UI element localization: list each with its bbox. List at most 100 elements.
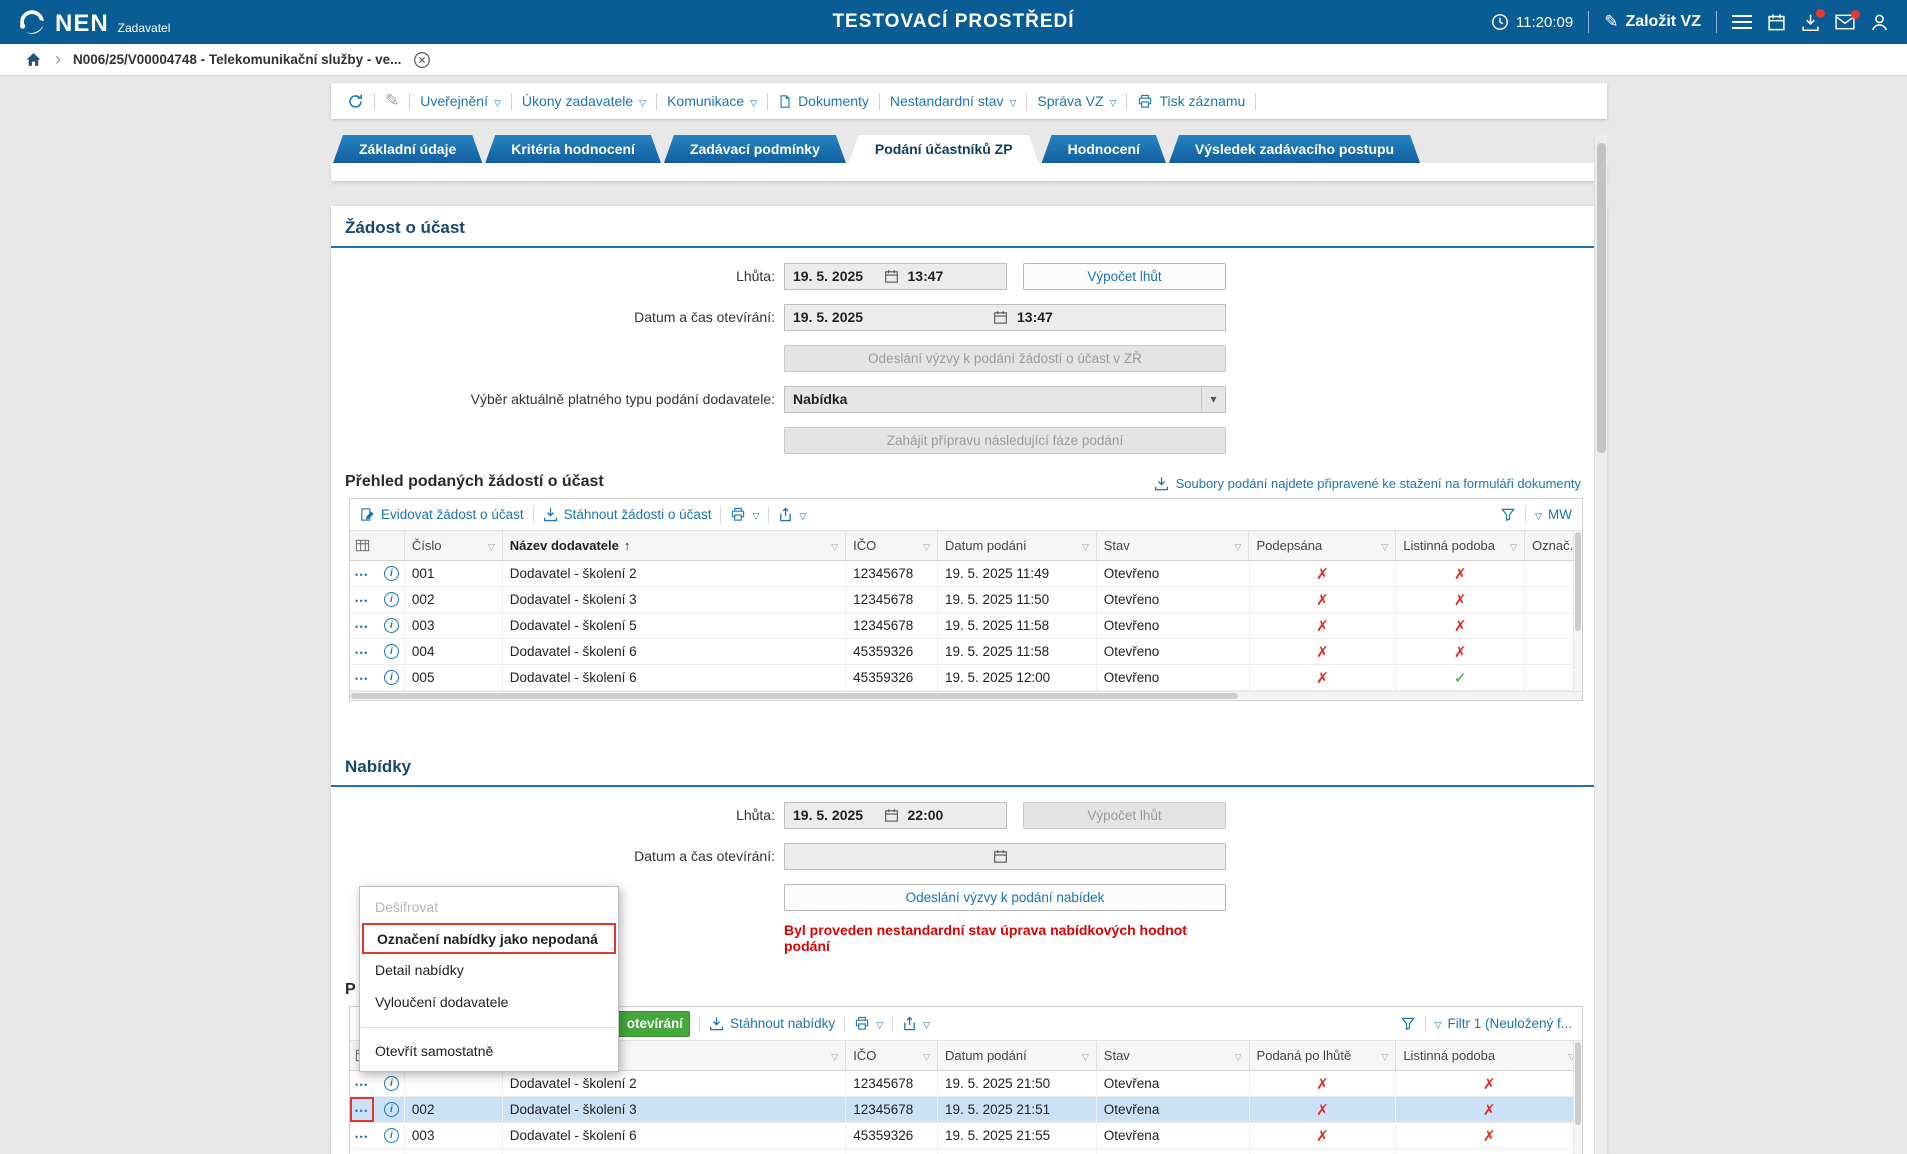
menu-item-detail-nabidky[interactable]: Detail nabídky xyxy=(360,954,618,986)
header-podana-po-lhute[interactable]: Podaná po lhůtě xyxy=(1250,1041,1397,1070)
create-vz-button[interactable]: Založit VZ xyxy=(1604,12,1701,32)
table-row-selected[interactable]: 002 Dodavatel - školení 3 12345678 19. 5… xyxy=(350,1097,1582,1123)
close-record-icon[interactable] xyxy=(413,51,431,69)
tab-kriteria-hodnoceni[interactable]: Kritéria hodnocení xyxy=(485,135,661,163)
typ-podani-select[interactable]: Nabídka xyxy=(784,386,1226,413)
scrollbar-thumb[interactable] xyxy=(351,693,1238,699)
header-datum[interactable]: Datum podání xyxy=(938,1041,1097,1070)
calendar-icon[interactable] xyxy=(993,849,1008,864)
header-ico[interactable]: IČO xyxy=(846,1041,938,1070)
tab-vysledek[interactable]: Výsledek zadávacího postupu xyxy=(1169,135,1420,163)
table-row[interactable]: 004 Dodavatel - školení 6 45359326 19. 5… xyxy=(350,639,1582,665)
downloads-button[interactable] xyxy=(1801,13,1820,32)
otevirani-datetime-field[interactable]: 19. 5. 2025 13:47 xyxy=(784,304,1226,331)
messages-button[interactable] xyxy=(1835,14,1855,30)
menu-icon[interactable] xyxy=(1732,15,1752,30)
page-scrollbar[interactable] xyxy=(1594,135,1607,1154)
table-row[interactable]: Dodavatel - školení 2 12345678 19. 5. 20… xyxy=(350,1071,1582,1097)
view-select-button[interactable]: MW xyxy=(1535,507,1572,522)
lhuta-datetime-field[interactable]: 19. 5. 2025 22:00 xyxy=(784,802,1007,829)
filter-caret-icon[interactable] xyxy=(918,1048,930,1063)
header-cislo[interactable]: Číslo xyxy=(405,531,503,560)
stahnout-nabidky-button[interactable]: Stáhnout nabídky xyxy=(709,1016,835,1031)
info-icon[interactable] xyxy=(384,566,399,581)
header-datum[interactable]: Datum podání xyxy=(938,531,1097,560)
calendar-icon[interactable] xyxy=(884,808,899,823)
vypocet-lhut-button[interactable]: Výpočet lhůt xyxy=(1023,263,1226,290)
menu-item-desifrovat[interactable]: Dešifrovat xyxy=(360,891,618,923)
header-podepsana[interactable]: Podepsána xyxy=(1249,531,1396,560)
menu-ukony-zadavatele[interactable]: Úkony zadavatele xyxy=(522,93,646,109)
filter-caret-icon[interactable] xyxy=(826,1048,838,1063)
row-menu-button[interactable] xyxy=(355,1076,369,1091)
info-icon[interactable] xyxy=(384,1128,399,1143)
scrollbar-thumb[interactable] xyxy=(1575,532,1581,631)
lhuta-datetime-field[interactable]: 19. 5. 2025 13:47 xyxy=(784,263,1007,290)
menu-item-otevrit-samostatne[interactable]: Otevřít samostatně xyxy=(360,1035,618,1067)
print-table-button[interactable] xyxy=(854,1016,883,1031)
menu-sprava-vz[interactable]: Správa VZ xyxy=(1037,93,1116,109)
tab-zadavaci-podminky[interactable]: Zadávací podmínky xyxy=(664,135,846,163)
back-button[interactable] xyxy=(347,93,364,110)
vertical-scrollbar[interactable] xyxy=(1573,531,1582,691)
filter-caret-icon[interactable] xyxy=(1505,538,1517,553)
edit-record-button[interactable] xyxy=(385,91,399,111)
row-menu-button[interactable] xyxy=(355,566,369,581)
menu-item-oznaceni-nepodana[interactable]: Označení nabídky jako nepodaná xyxy=(362,923,616,954)
header-listinna[interactable]: Listinná podoba xyxy=(1396,1041,1582,1070)
active-filter-button[interactable]: Filtr 1 (Neuložený f... xyxy=(1435,1016,1572,1031)
zahajit-fazi-button[interactable]: Zahájit přípravu následující fáze podání xyxy=(784,427,1226,454)
filter-caret-icon[interactable] xyxy=(483,538,495,553)
table-row[interactable]: 003 Dodavatel - školení 5 12345678 19. 5… xyxy=(350,613,1582,639)
vypocet-lhut-button[interactable]: Výpočet lhůt xyxy=(1023,802,1226,829)
header-stav[interactable]: Stav xyxy=(1097,1041,1250,1070)
info-icon[interactable] xyxy=(384,644,399,659)
filter-caret-icon[interactable] xyxy=(1376,1048,1388,1063)
info-icon[interactable] xyxy=(384,1076,399,1091)
filter-caret-icon[interactable] xyxy=(1230,538,1242,553)
odeslani-vyzvy-nabidek-button[interactable]: Odeslání výzvy k podání nabídek xyxy=(784,884,1226,911)
table-row[interactable]: 002 Dodavatel - školení 3 12345678 19. 5… xyxy=(350,587,1582,613)
breadcrumb-record[interactable]: N006/25/V00004748 - Telekomunikační služ… xyxy=(73,52,401,67)
filter-caret-icon[interactable] xyxy=(826,538,838,553)
filter-caret-icon[interactable] xyxy=(1077,1048,1089,1063)
header-ico[interactable]: IČO xyxy=(846,531,938,560)
print-table-button[interactable] xyxy=(730,507,759,522)
filter-caret-icon[interactable] xyxy=(1077,538,1089,553)
info-icon[interactable] xyxy=(384,1102,399,1117)
evidovat-zadost-button[interactable]: Evidovat žádost o účast xyxy=(360,507,524,522)
export-table-button[interactable] xyxy=(778,507,806,522)
odeslani-vyzvy-button[interactable]: Odeslání výzvy k podání žádostí o účast … xyxy=(784,345,1226,372)
row-menu-button[interactable] xyxy=(355,1128,369,1143)
files-download-link[interactable]: Soubory podání najdete připravené ke sta… xyxy=(1154,476,1581,491)
header-listinna[interactable]: Listinná podoba xyxy=(1396,531,1525,560)
table-row[interactable]: 005 Dodavatel - školení 6 45359326 19. 5… xyxy=(350,665,1582,691)
table-row[interactable]: 003 Dodavatel - školení 6 45359326 19. 5… xyxy=(350,1123,1582,1149)
tab-hodnoceni[interactable]: Hodnocení xyxy=(1042,135,1166,163)
scrollbar-thumb[interactable] xyxy=(1575,1042,1581,1125)
menu-nestandardni-stav[interactable]: Nestandardní stav xyxy=(890,93,1017,109)
filter-button[interactable] xyxy=(1400,1016,1416,1031)
nen-logo[interactable]: NEN Zadavatel xyxy=(18,8,170,36)
tab-podani-ucastniku[interactable]: Podání účastníků ZP xyxy=(849,135,1039,163)
row-menu-button[interactable] xyxy=(355,592,369,607)
filter-caret-icon[interactable] xyxy=(918,538,930,553)
menu-uverejneni[interactable]: Uveřejnění xyxy=(420,93,501,109)
filter-caret-icon[interactable] xyxy=(1230,1048,1242,1063)
filter-button[interactable] xyxy=(1500,507,1516,522)
stahnout-zadosti-button[interactable]: Stáhnout žádosti o účast xyxy=(543,507,712,522)
scrollbar-thumb[interactable] xyxy=(1597,143,1606,453)
header-settings[interactable] xyxy=(350,531,405,560)
menu-dokumenty[interactable]: Dokumenty xyxy=(778,93,869,109)
menu-item-vylouceni-dodavatele[interactable]: Vyloučení dodavatele xyxy=(360,986,618,1018)
horizontal-scrollbar[interactable] xyxy=(350,691,1582,700)
table-row[interactable]: 004 Dodavatel - školení 6 45359326 19. 5… xyxy=(350,1149,1582,1154)
export-table-button[interactable] xyxy=(902,1016,930,1031)
row-menu-button[interactable] xyxy=(355,618,369,633)
table-row[interactable]: 001 Dodavatel - školení 2 12345678 19. 5… xyxy=(350,561,1582,587)
otevirani-datetime-field[interactable] xyxy=(784,843,1226,870)
row-menu-button[interactable] xyxy=(355,644,369,659)
info-icon[interactable] xyxy=(384,592,399,607)
tab-zakladni-udaje[interactable]: Základní údaje xyxy=(333,135,482,163)
info-icon[interactable] xyxy=(384,618,399,633)
